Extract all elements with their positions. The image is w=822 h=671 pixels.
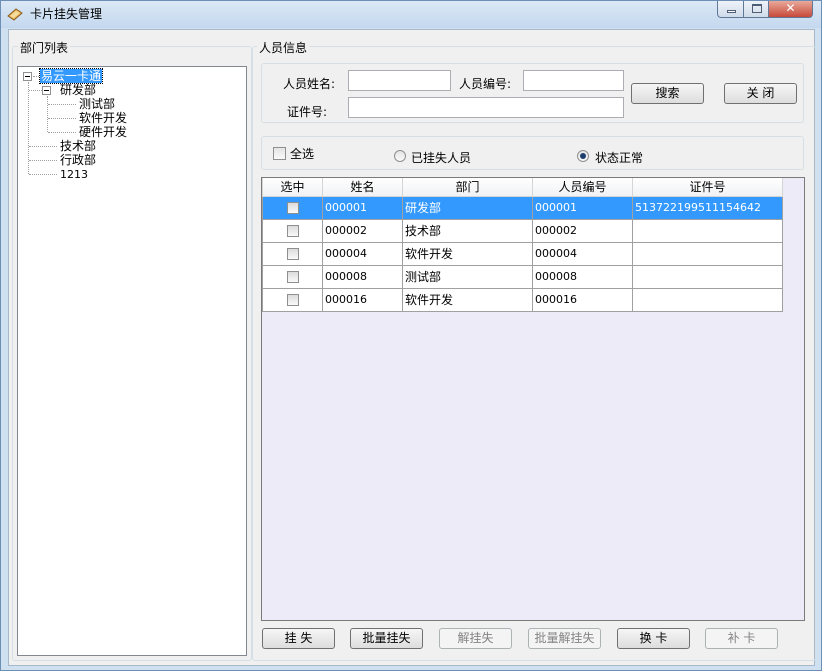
maximize-icon <box>752 4 762 13</box>
close-button[interactable]: 关 闭 <box>724 83 797 104</box>
cell-dept: 软件开发 <box>402 241 533 266</box>
search-button[interactable]: 搜索 <box>631 83 704 104</box>
cell-id <box>632 218 783 243</box>
number-label: 人员编号: <box>459 77 512 91</box>
replace-card-button[interactable]: 换 卡 <box>617 628 690 649</box>
row-select-cell <box>262 195 323 220</box>
tree-item-dept[interactable]: 技术部 <box>60 140 96 153</box>
col-header-id[interactable]: 证件号 <box>632 178 783 197</box>
cell-id <box>632 241 783 266</box>
batch-report-loss-button[interactable]: 批量挂失 <box>350 628 423 649</box>
normal-radio[interactable] <box>577 150 589 162</box>
table-row[interactable]: 000008 测试部 000008 <box>262 264 783 289</box>
table-row[interactable]: 000002 技术部 000002 <box>262 218 783 243</box>
person-grid: 选中 姓名 部门 人员编号 证件号 000001 研发部 000001 5137… <box>262 178 783 312</box>
select-all-label: 全选 <box>290 147 315 161</box>
id-input[interactable] <box>348 97 624 118</box>
cell-number: 000008 <box>532 264 633 289</box>
row-checkbox[interactable] <box>286 225 299 237</box>
tree-item-dept[interactable]: 软件开发 <box>79 112 127 125</box>
col-header-select[interactable]: 选中 <box>262 178 323 197</box>
cancel-loss-button[interactable]: 解挂失 <box>439 628 512 649</box>
tree-root-label: 易云一卡通 <box>38 68 104 84</box>
main-window: 卡片挂失管理 ✕ 部门列表 易云一卡通 研发部 测试部 软件开发 硬件开发 技术… <box>0 0 822 671</box>
maximize-button[interactable] <box>743 1 769 18</box>
dept-tree[interactable]: 易云一卡通 研发部 测试部 软件开发 硬件开发 技术部 行政部 1213 <box>17 66 247 656</box>
cell-name: 000008 <box>322 264 403 289</box>
close-icon: ✕ <box>785 1 796 15</box>
dept-group-title: 部门列表 <box>18 39 71 56</box>
cell-dept: 研发部 <box>402 195 533 220</box>
lost-radio[interactable] <box>394 150 406 162</box>
minimize-button[interactable] <box>717 1 744 18</box>
name-label: 人员姓名: <box>283 77 336 91</box>
cell-dept: 技术部 <box>402 218 533 243</box>
lost-radio-label: 已挂失人员 <box>411 151 472 165</box>
cell-number: 000002 <box>532 218 633 243</box>
client-area: 部门列表 易云一卡通 研发部 测试部 软件开发 硬件开发 技术部 行政部 121… <box>8 29 816 666</box>
cell-dept: 测试部 <box>402 264 533 289</box>
tree-root[interactable]: 易云一卡通 <box>38 68 104 84</box>
cell-dept: 软件开发 <box>402 287 533 312</box>
row-select-cell <box>262 218 323 243</box>
tree-item-dept[interactable]: 1213 <box>60 168 88 181</box>
cell-number: 000016 <box>532 287 633 312</box>
cell-name: 000016 <box>322 287 403 312</box>
cell-id <box>632 287 783 312</box>
batch-cancel-loss-button[interactable]: 批量解挂失 <box>528 628 601 649</box>
report-loss-button[interactable]: 挂 失 <box>262 628 335 649</box>
col-header-number[interactable]: 人员编号 <box>532 178 633 197</box>
minimize-icon <box>727 10 736 13</box>
tree-item-dept[interactable]: 研发部 <box>60 84 96 97</box>
tree-item-dept[interactable]: 测试部 <box>79 98 115 111</box>
title-bar[interactable]: 卡片挂失管理 ✕ <box>1 1 821 28</box>
table-row[interactable]: 000004 软件开发 000004 <box>262 241 783 266</box>
row-checkbox[interactable] <box>286 202 299 214</box>
cell-id <box>632 264 783 289</box>
tree-item-dept[interactable]: 行政部 <box>60 154 96 167</box>
id-label: 证件号: <box>287 105 328 119</box>
table-row[interactable]: 000016 软件开发 000016 <box>262 287 783 312</box>
row-checkbox[interactable] <box>286 294 299 306</box>
row-checkbox[interactable] <box>286 271 299 283</box>
collapse-icon[interactable] <box>23 72 32 81</box>
reissue-card-button[interactable]: 补 卡 <box>705 628 778 649</box>
app-icon <box>7 8 23 21</box>
table-header: 选中 姓名 部门 人员编号 证件号 <box>262 178 783 197</box>
number-input[interactable] <box>523 70 624 91</box>
cell-number: 000001 <box>532 195 633 220</box>
cell-name: 000001 <box>322 195 403 220</box>
row-checkbox[interactable] <box>286 248 299 260</box>
row-select-cell <box>262 264 323 289</box>
table-row[interactable]: 000001 研发部 000001 513722199511154642 <box>262 195 783 220</box>
person-table[interactable]: 选中 姓名 部门 人员编号 证件号 000001 研发部 000001 5137… <box>261 177 805 621</box>
cell-name: 000004 <box>322 241 403 266</box>
cell-number: 000004 <box>532 241 633 266</box>
col-header-name[interactable]: 姓名 <box>322 178 403 197</box>
tree-item-dept[interactable]: 硬件开发 <box>79 126 127 139</box>
row-select-cell <box>262 287 323 312</box>
person-group-title: 人员信息 <box>257 39 310 56</box>
name-input[interactable] <box>348 70 451 91</box>
collapse-icon[interactable] <box>42 86 51 95</box>
filter-area <box>261 136 804 170</box>
select-all-checkbox[interactable] <box>273 147 286 160</box>
cell-name: 000002 <box>322 218 403 243</box>
row-select-cell <box>262 241 323 266</box>
close-window-button[interactable]: ✕ <box>768 1 813 18</box>
normal-radio-label: 状态正常 <box>595 151 644 165</box>
cell-id: 513722199511154642 <box>632 195 783 220</box>
window-title: 卡片挂失管理 <box>30 7 103 21</box>
col-header-dept[interactable]: 部门 <box>402 178 533 197</box>
